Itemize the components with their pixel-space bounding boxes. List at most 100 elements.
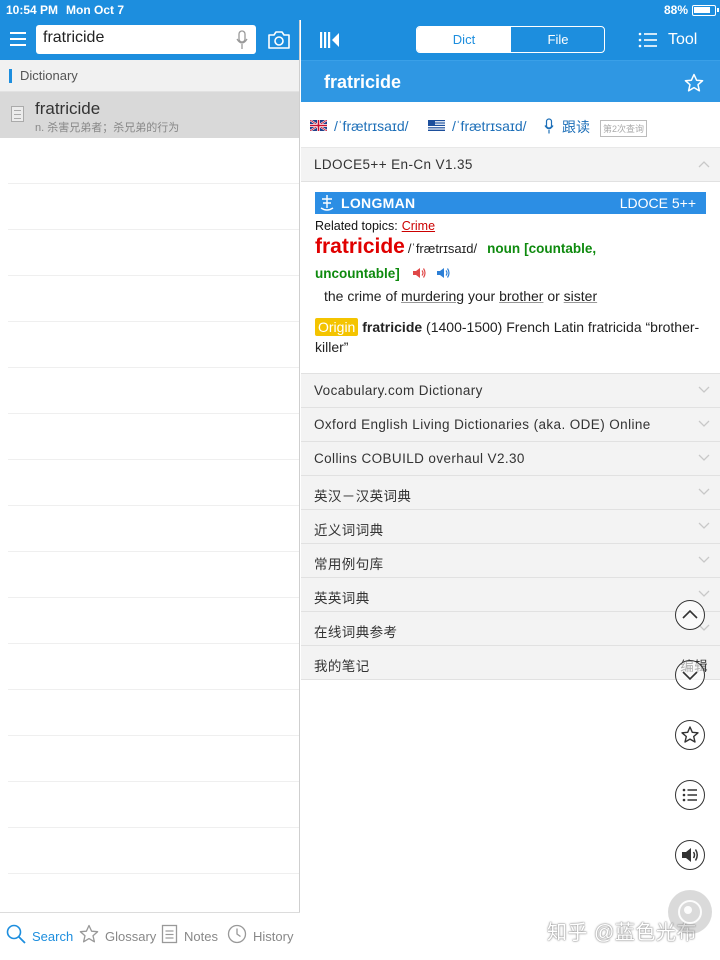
dict-section-oxford[interactable]: Oxford English Living Dictionaries (aka.… [301, 408, 720, 442]
dict-section-label: Collins COBUILD overhaul V2.30 [314, 451, 525, 466]
search-box[interactable] [36, 25, 256, 54]
entry-origin: Origin fratricide (1400-1500) French Lat… [315, 317, 710, 357]
dict-section-label: LDOCE5++ En-Cn V1.35 [314, 157, 473, 172]
battery-percent: 88% [663, 3, 688, 17]
speaker-icon [682, 848, 698, 862]
status-time: 10:54 PM [6, 3, 59, 17]
dict-section-collins[interactable]: Collins COBUILD overhaul V2.30 [301, 442, 720, 476]
result-item[interactable]: fratricide n. 杀害兄弟者；杀兄弟的行为 [0, 92, 299, 138]
related-topic-link[interactable]: Crime [402, 219, 435, 233]
longman-banner: LONGMAN LDOCE 5++ [315, 192, 706, 214]
speaker-uk-icon[interactable] [412, 267, 426, 279]
dict-section-en-cn[interactable]: 英汉－汉英词典 [301, 476, 720, 510]
entry-grammar-2: uncountable] [315, 266, 400, 281]
chevron-up-icon [682, 609, 698, 619]
tool-label: Tool [668, 31, 698, 48]
definition-text: your [464, 288, 500, 304]
entry-part-of-speech: noun [487, 241, 521, 256]
chevron-up-icon [698, 161, 710, 168]
definition-text: or [543, 288, 564, 304]
related-topics-label: Related topics: [315, 219, 398, 233]
empty-row [8, 828, 299, 874]
scroll-down-button[interactable] [675, 660, 705, 690]
hamburger-menu-icon[interactable] [10, 32, 26, 46]
segment-dict[interactable]: Dict [417, 27, 511, 52]
favorite-star-icon[interactable] [684, 73, 704, 93]
tab-label: History [253, 929, 294, 944]
dict-section-vocabulary[interactable]: Vocabulary.com Dictionary [301, 374, 720, 408]
empty-row [8, 460, 299, 506]
result-definition: n. 杀害兄弟者；杀兄弟的行为 [35, 122, 180, 134]
dict-section-label: 常用例句库 [314, 557, 384, 572]
result-word: fratricide [35, 99, 101, 118]
dict-section-online-reference[interactable]: 在线词典参考 [301, 612, 720, 646]
dict-file-segmented-control: Dict File [416, 26, 605, 53]
entry-definition: the crime of murdering your brother or s… [324, 288, 597, 304]
empty-row [8, 414, 299, 460]
entry-pronunciation: /ˈfrætrɪsaɪd/ [407, 241, 478, 256]
chevron-down-icon [698, 590, 710, 597]
pronunciation-us[interactable]: /ˈfrætrɪsaɪd/ [452, 118, 527, 134]
speaker-us-icon[interactable] [436, 267, 450, 279]
dict-section-label: 在线词典参考 [314, 625, 398, 640]
list-icon [638, 32, 657, 48]
dict-section-ldoce[interactable]: LDOCE5++ En-Cn V1.35 [301, 148, 720, 182]
definition-text: the crime of [324, 288, 402, 304]
read-along-button[interactable]: 跟读 [562, 117, 590, 137]
empty-row [8, 690, 299, 736]
scroll-up-button[interactable] [675, 600, 705, 630]
list-icon [682, 788, 697, 802]
empty-row [8, 322, 299, 368]
related-topics: Related topics: Crime [315, 219, 435, 233]
dict-section-label: Vocabulary.com Dictionary [314, 383, 483, 398]
microphone-icon[interactable] [236, 30, 248, 50]
xref-brother[interactable]: brother [499, 288, 543, 304]
search-input[interactable] [43, 29, 223, 47]
chevron-down-icon [698, 488, 710, 495]
ship-logo-icon [320, 195, 334, 211]
pronunciation-uk[interactable]: /ˈfrætrɪsaɪd/ [334, 118, 409, 134]
xref-murdering[interactable]: murdering [401, 288, 464, 304]
library-icon[interactable] [319, 31, 341, 49]
entry-headword: fratricide [315, 235, 405, 258]
empty-row [8, 184, 299, 230]
entry-grammar-1: [countable, [524, 241, 597, 256]
entry-heading: fratricide/ˈfrætrɪsaɪd/noun [countable, [315, 235, 596, 259]
dict-section-my-notes[interactable]: 我的笔记 编辑 [301, 646, 720, 680]
status-bar: 10:54 PM Mon Oct 7 88% [0, 0, 720, 20]
uk-flag-icon[interactable] [310, 120, 327, 131]
pronunciation-bar: /ˈfrætrɪsaɪd/ /ˈfrætrɪsaɪd/ 跟读 第2次查询 [301, 102, 720, 148]
dict-section-en-en[interactable]: 英英词典 [301, 578, 720, 612]
empty-row [8, 230, 299, 276]
microphone-icon[interactable] [544, 118, 554, 134]
empty-row [8, 276, 299, 322]
contents-list-button[interactable] [675, 780, 705, 810]
search-icon [6, 924, 26, 944]
chevron-down-icon [698, 454, 710, 461]
segment-file[interactable]: File [511, 27, 604, 52]
notes-icon [161, 924, 178, 944]
empty-list [0, 138, 299, 874]
us-flag-icon[interactable] [428, 120, 445, 131]
dict-section-synonyms[interactable]: 近义词词典 [301, 510, 720, 544]
chevron-down-icon [698, 386, 710, 393]
section-title: Dictionary [20, 68, 78, 83]
assistive-touch-button[interactable] [668, 890, 712, 934]
dictionary-section-header: Dictionary [0, 60, 299, 92]
chevron-down-icon [682, 671, 698, 681]
battery-icon [692, 5, 719, 16]
origin-tag: Origin [315, 318, 359, 336]
add-favorite-button[interactable] [675, 720, 705, 750]
star-icon [681, 726, 699, 743]
dict-section-label: 英汉－汉英词典 [314, 489, 412, 504]
search-header [0, 20, 299, 60]
xref-sister[interactable]: sister [564, 288, 597, 304]
empty-row [8, 644, 299, 690]
ldoce-entry-panel: LONGMAN LDOCE 5++ Related topics: Crime f… [301, 182, 720, 374]
speak-button[interactable] [675, 840, 705, 870]
longman-brand: LONGMAN [341, 195, 416, 211]
dict-section-examples[interactable]: 常用例句库 [301, 544, 720, 578]
top-toolbar: Dict File Tool [301, 20, 720, 60]
tab-label: Notes [184, 929, 218, 944]
camera-icon[interactable] [267, 29, 291, 51]
